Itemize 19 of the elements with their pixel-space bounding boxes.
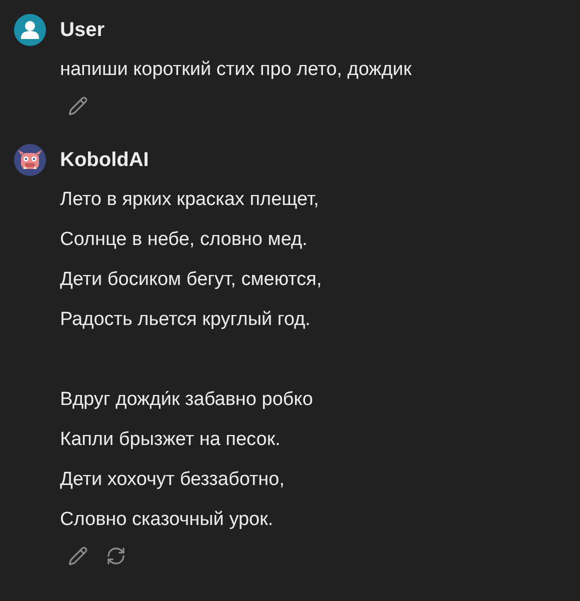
author-name: KoboldAI [60,148,150,173]
user-avatar [14,14,46,46]
pencil-icon [68,96,88,116]
message-line: Вдруг дожди́к забавно робко [60,388,314,412]
message-line: Капли брызжет на песок. [60,428,282,452]
pencil-icon [68,546,88,566]
edit-button[interactable] [68,96,88,116]
message-line: Солнце в небе, словно мед. [60,228,308,252]
message-line: Дети хохочут беззаботно, [60,468,286,492]
message-line: Радость льется круглый год. [60,308,312,332]
refresh-icon [106,546,126,566]
message-line: Лето в ярких красках плещет, [60,188,320,212]
message-line: Дети босиком бегут, смеются, [60,268,322,292]
message-line: напиши короткий стих про лето, дождик [60,58,412,82]
author-name: User [60,18,106,43]
kobold-avatar [14,144,46,176]
message-line: Словно сказочный урок. [60,508,274,532]
regenerate-button[interactable] [106,546,126,566]
edit-button[interactable] [68,546,88,566]
